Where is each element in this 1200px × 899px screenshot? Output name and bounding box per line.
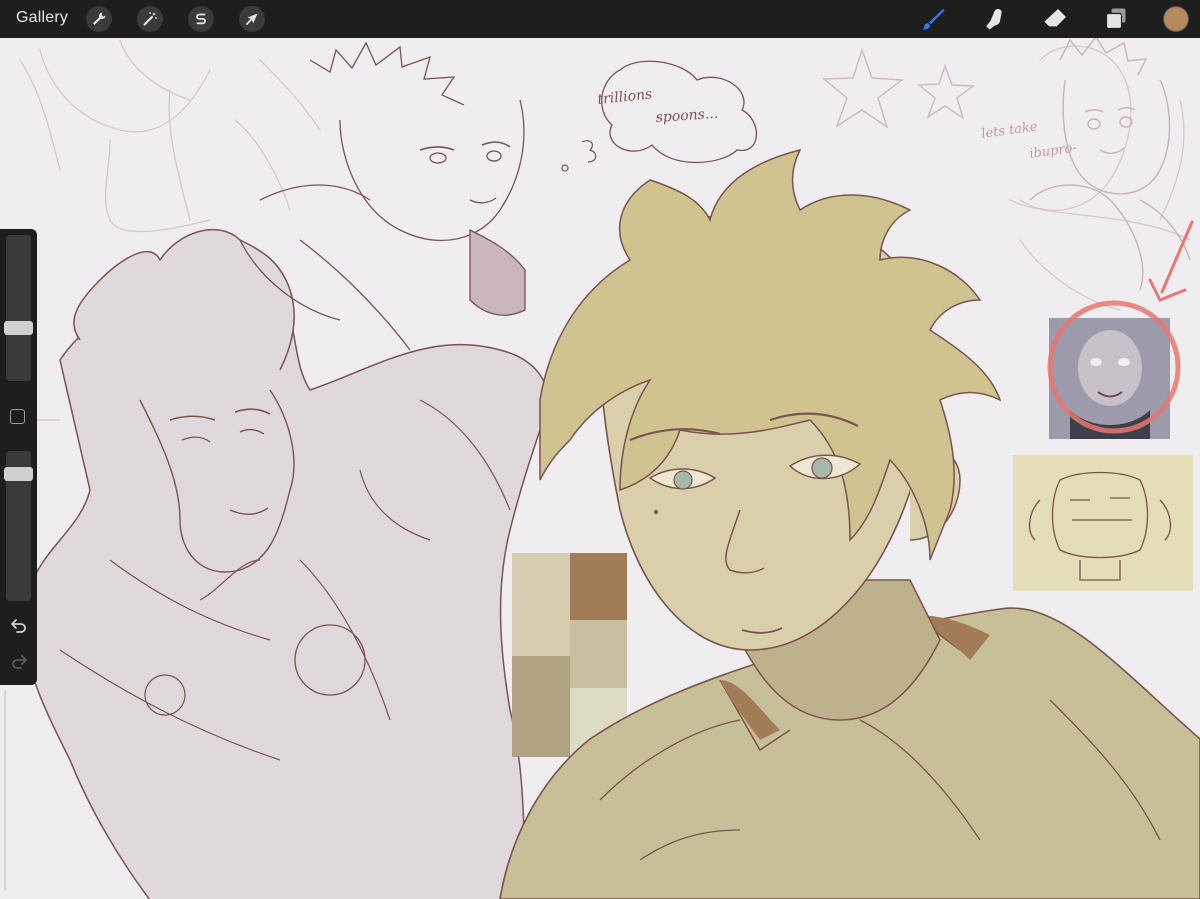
brush-size-slider-thumb[interactable] (4, 320, 33, 335)
smudge-finger-icon (986, 9, 1002, 30)
eraser-tool-button[interactable] (1041, 5, 1069, 33)
selection-s-icon (196, 13, 206, 25)
brush-sidebar (0, 229, 37, 685)
eraser-icon (1043, 9, 1066, 28)
brush-icon (922, 9, 945, 30)
brush-tool-button[interactable] (919, 5, 947, 33)
palette-swatch (512, 553, 570, 656)
layers-button[interactable] (1102, 5, 1130, 33)
drawing-canvas[interactable]: trillions spoons... lets take ibupro- (0, 38, 1200, 899)
selection-button[interactable] (188, 6, 214, 32)
palette-swatch (570, 553, 627, 620)
undo-arrow-icon (10, 619, 26, 633)
gallery-button[interactable]: Gallery (16, 9, 68, 27)
layers-icon (1105, 8, 1126, 30)
modify-button[interactable] (10, 409, 25, 424)
wrench-icon (93, 12, 106, 25)
top-toolbar: Gallery (0, 0, 1200, 38)
transform-button[interactable] (239, 6, 265, 32)
sketch-sticky-note (1013, 455, 1193, 591)
opacity-slider[interactable] (4, 451, 33, 601)
brush-size-slider[interactable] (4, 235, 33, 381)
undo-button[interactable] (6, 615, 31, 635)
redo-button[interactable] (6, 651, 31, 671)
actions-wrench-button[interactable] (86, 6, 112, 32)
redo-arrow-icon (11, 655, 27, 669)
magic-wand-icon (143, 12, 157, 26)
smudge-tool-button[interactable] (980, 5, 1008, 33)
adjustments-wand-button[interactable] (137, 6, 163, 32)
palette-swatch (512, 656, 570, 757)
palette-swatch (570, 620, 627, 688)
arrow-cursor-icon (246, 13, 258, 25)
opacity-slider-thumb[interactable] (4, 467, 33, 482)
color-picker-button[interactable] (1164, 7, 1188, 31)
